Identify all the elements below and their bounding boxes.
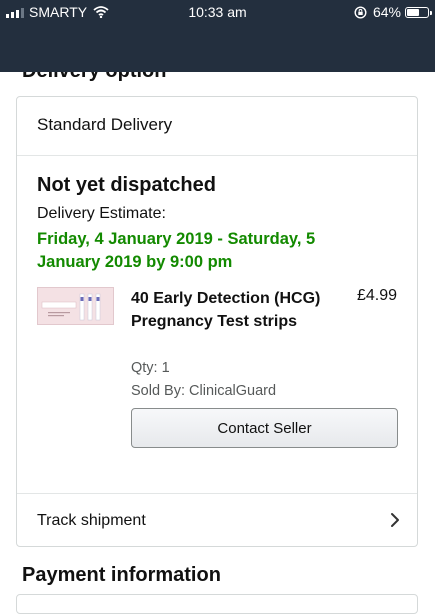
delivery-card: Standard Delivery Not yet dispatched Del… xyxy=(16,96,418,547)
product-price: £4.99 xyxy=(356,287,397,304)
cart-icon[interactable] xyxy=(389,34,423,60)
battery-icon xyxy=(405,6,432,18)
payment-information-heading: Payment information xyxy=(22,564,221,586)
chevron-right-icon xyxy=(391,513,399,527)
delivery-option-heading: Delivery option xyxy=(22,60,167,82)
logo-tld: .co.uk xyxy=(250,37,288,53)
orientation-lock-icon xyxy=(354,5,367,19)
smile-arrow-icon xyxy=(161,57,223,69)
product-quantity: Qty: 1 xyxy=(131,360,170,376)
battery-percent: 64% xyxy=(372,4,401,20)
menu-icon[interactable] xyxy=(62,34,86,60)
delivery-estimate-value: Friday, 4 January 2019 - Saturday, 5 Jan… xyxy=(37,230,316,271)
payment-card xyxy=(16,594,418,614)
back-icon[interactable] xyxy=(18,34,34,60)
contact-seller-button[interactable]: Contact Seller xyxy=(131,408,398,448)
delivery-estimate-label: Delivery Estimate: xyxy=(37,205,166,222)
search-icon[interactable] xyxy=(306,34,332,60)
dispatch-status: Not yet dispatched xyxy=(37,174,216,196)
amazon-logo[interactable]: amazon .co.uk prime xyxy=(153,29,293,73)
test-strips-image xyxy=(38,288,113,324)
status-bar: SMARTY 10:33 am 64% xyxy=(0,0,435,24)
delivery-option-label: Standard Delivery xyxy=(37,115,173,134)
sold-by: Sold By: ClinicalGuard xyxy=(131,383,277,399)
status-right: 64% xyxy=(354,4,432,20)
product-thumbnail[interactable] xyxy=(37,287,114,325)
delivery-option-row: Standard Delivery xyxy=(17,97,417,156)
bell-icon[interactable] xyxy=(350,34,376,60)
product-title[interactable]: 40 Early Detection (HCG) Pregnancy Test … xyxy=(131,287,321,333)
track-shipment-row[interactable]: Track shipment xyxy=(17,493,417,548)
track-shipment-label: Track shipment xyxy=(37,512,146,529)
logo-prime: prime xyxy=(231,52,275,69)
